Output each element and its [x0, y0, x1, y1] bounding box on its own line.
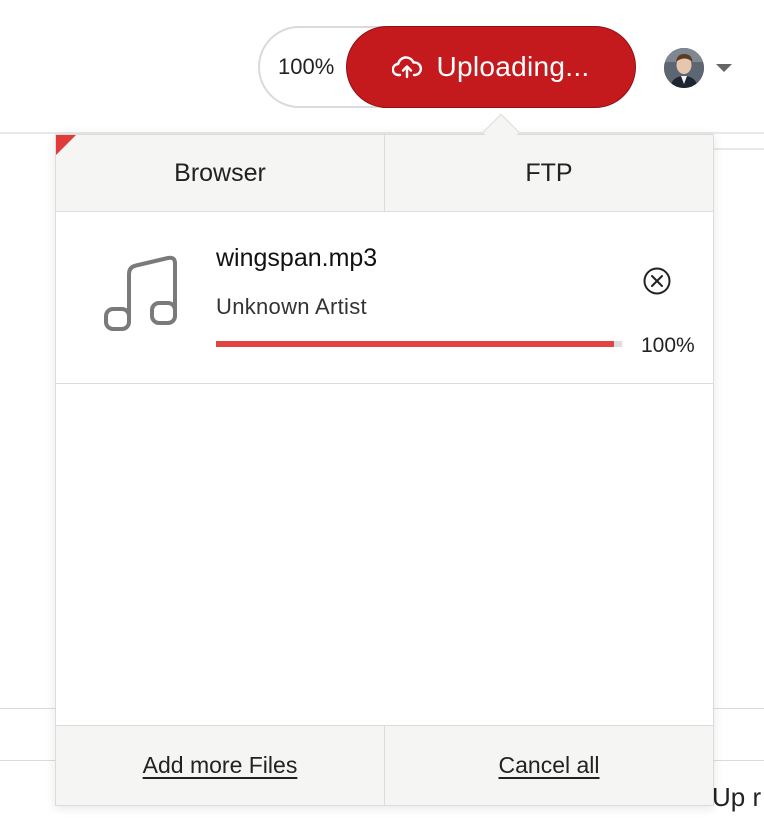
cancel-all-link[interactable]: Cancel all: [499, 752, 600, 779]
upload-progress-bar: [216, 341, 622, 347]
upload-progress-percent: 100%: [641, 334, 695, 357]
uploading-label: Uploading...: [436, 51, 590, 82]
row-divider: [714, 708, 764, 709]
file-list-item: wingspan.mp3 Unknown Artist 100%: [56, 212, 713, 384]
tab-browser[interactable]: Browser: [56, 135, 384, 211]
avatar-photo: [664, 48, 704, 88]
file-artist: Unknown Artist: [216, 294, 367, 319]
cloud-upload-icon: [392, 56, 423, 79]
upload-status-pill: 100% Uploading...: [258, 26, 636, 108]
footer-cell-cancel: Cancel all: [384, 726, 713, 805]
add-more-files-link[interactable]: Add more Files: [143, 752, 298, 779]
upload-progress-fill: [216, 341, 614, 347]
background-text: Up r: [712, 782, 762, 812]
corner-indicator: [56, 135, 76, 155]
tab-ftp[interactable]: FTP: [384, 135, 713, 211]
row-divider: [0, 708, 56, 709]
music-note-icon: [104, 255, 177, 331]
upload-percent: 100%: [278, 54, 335, 79]
caret-down-icon[interactable]: [716, 64, 732, 72]
avatar[interactable]: [664, 48, 704, 88]
uploading-button[interactable]: Uploading...: [346, 26, 636, 108]
page: Up r 100% Uploading... Browser FTP wings…: [0, 0, 764, 826]
source-tabs: Browser FTP: [56, 135, 713, 212]
close-circle-icon: [643, 267, 671, 295]
row-divider: [0, 760, 56, 761]
remove-file-button[interactable]: [642, 266, 672, 296]
footer-cell-add: Add more Files: [56, 726, 384, 805]
upload-panel: Browser FTP wingspan.mp3 Unknown Artist …: [55, 134, 714, 806]
file-name: wingspan.mp3: [216, 244, 378, 272]
row-divider: [714, 760, 764, 761]
panel-footer: Add more Files Cancel all: [56, 725, 713, 805]
content-divider: [714, 148, 764, 150]
